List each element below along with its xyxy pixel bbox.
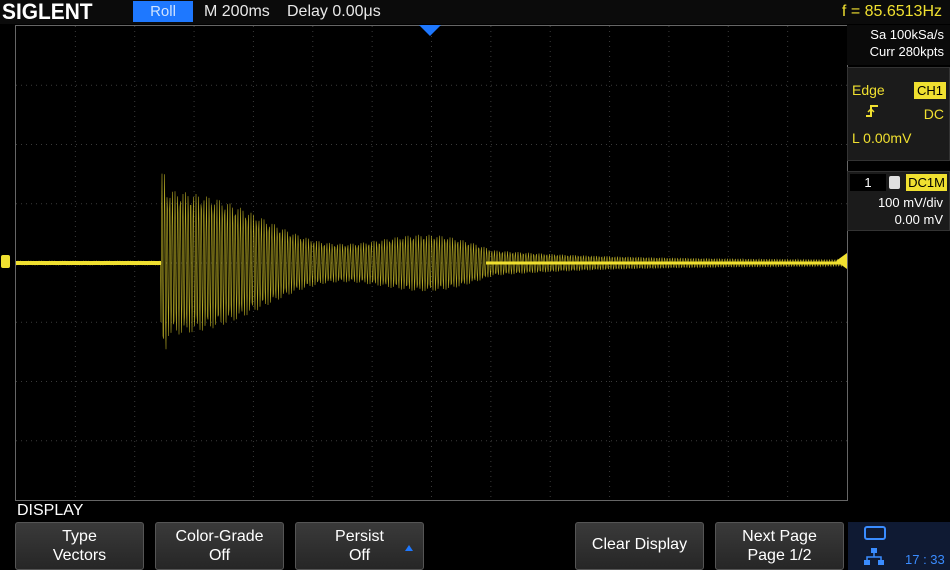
waveform-display <box>15 25 848 501</box>
right-info-panel: Sa 100kSa/s Curr 280kpts Edge CH1 DC L 0… <box>847 25 950 500</box>
softkey-label: Color-Grade <box>175 528 264 545</box>
softkey-value: Vectors <box>52 547 107 564</box>
acquisition-info: Sa 100kSa/s Curr 280kpts <box>847 25 950 65</box>
top-status-bar: SIGLENT Roll M 200ms Delay 0.00μs f = 85… <box>0 0 950 24</box>
softkey-value: Off <box>348 547 371 564</box>
usb-icon <box>864 526 886 540</box>
softkey-persist[interactable]: Persist Off <box>295 522 424 570</box>
timebase-readout[interactable]: M 200ms <box>204 1 270 22</box>
bandwidth-limit-icon <box>889 176 900 189</box>
trigger-info[interactable]: Edge CH1 DC L 0.00mV <box>847 67 950 161</box>
channel-coupling: DC1M <box>906 174 947 191</box>
acquisition-mode[interactable]: Roll <box>133 1 193 22</box>
softkey-color-grade[interactable]: Color-Grade Off <box>155 522 284 570</box>
system-status: 17 : 33 <box>848 522 950 570</box>
trigger-type: Edge <box>852 82 885 98</box>
waveform-grid <box>16 26 847 500</box>
trigger-source: CH1 <box>913 82 946 99</box>
softkey-value: Page 1/2 <box>747 547 812 564</box>
trigger-coupling: DC <box>923 106 944 122</box>
softkey-label: Clear Display <box>591 536 688 553</box>
sample-rate: Sa 100kSa/s <box>870 27 944 42</box>
menu-title: DISPLAY <box>17 502 84 519</box>
softkey-label: Persist <box>335 528 384 545</box>
knob-adjust-icon <box>405 545 413 551</box>
delay-readout[interactable]: Delay 0.00μs <box>287 1 381 22</box>
softkey-label: Next Page <box>742 528 817 545</box>
softkey-next-page[interactable]: Next Page Page 1/2 <box>715 522 844 570</box>
softkey-clear-display[interactable]: Clear Display <box>575 522 704 570</box>
clock: 17 : 33 <box>905 552 945 567</box>
channel-1-info[interactable]: 1 DC1M 100 mV/div 0.00 mV <box>847 171 950 231</box>
softkey-label: Type <box>62 528 97 545</box>
vertical-offset: 0.00 mV <box>894 212 943 227</box>
trigger-level: L 0.00mV <box>852 130 912 146</box>
network-icon <box>864 548 884 565</box>
channel-1-offset-marker[interactable] <box>1 255 10 268</box>
vertical-scale: 100 mV/div <box>877 195 943 210</box>
frequency-readout: f = 85.6513Hz <box>841 3 942 20</box>
trigger-level-marker[interactable] <box>836 253 847 269</box>
brand-logo: SIGLENT <box>2 0 93 24</box>
rising-edge-icon <box>866 105 878 117</box>
memory-depth: Curr 280kpts <box>869 44 944 59</box>
trigger-position-marker[interactable] <box>419 25 441 36</box>
softkey-value: Off <box>208 547 231 564</box>
softkey-type[interactable]: Type Vectors <box>15 522 144 570</box>
channel-number: 1 <box>850 174 886 191</box>
